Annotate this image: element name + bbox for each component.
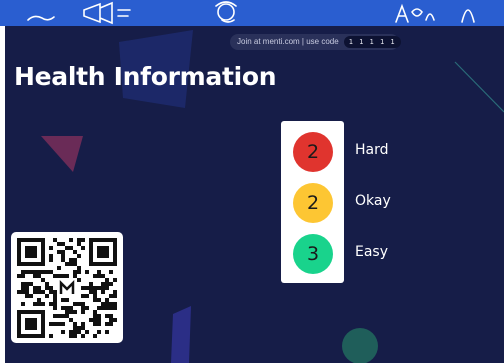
- join-code: 1 1 1 1 1: [343, 36, 401, 48]
- top-banner: [0, 0, 504, 26]
- option-label-easy: Easy: [355, 244, 389, 260]
- qr-code[interactable]: [11, 232, 123, 343]
- option-label-hard: Hard: [355, 142, 389, 158]
- results-card: 2 2 3: [281, 121, 344, 283]
- join-text: Join at menti.com | use code: [237, 37, 339, 46]
- result-count-hard: 2: [293, 132, 333, 172]
- qr-code-icon: [17, 238, 117, 338]
- result-count-okay: 2: [293, 183, 333, 223]
- slide-canvas: Join at menti.com | use code 1 1 1 1 1 H…: [5, 26, 504, 363]
- option-label-okay: Okay: [355, 193, 391, 209]
- slide-title: Health Information: [14, 62, 277, 91]
- banner-doodles-icon: [27, 1, 475, 25]
- result-count-easy: 3: [293, 234, 333, 274]
- join-instructions: Join at menti.com | use code 1 1 1 1 1: [230, 34, 401, 50]
